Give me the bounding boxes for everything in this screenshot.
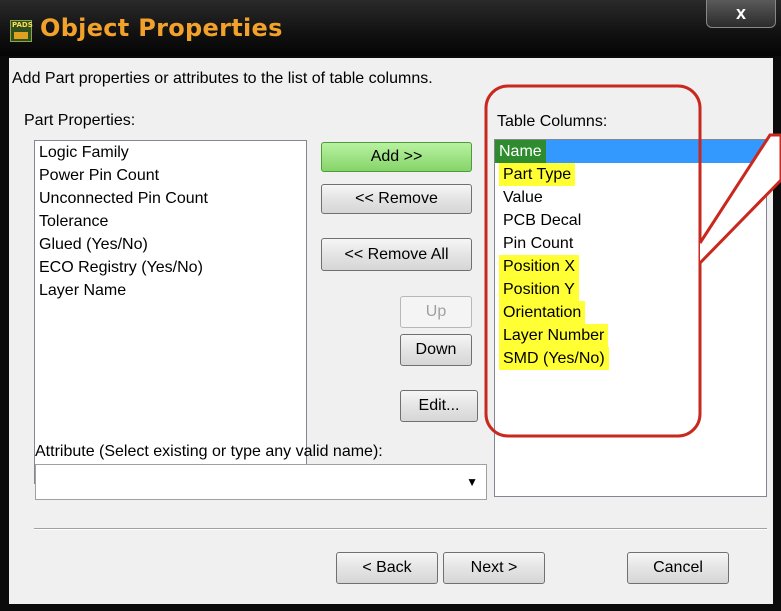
attribute-combobox[interactable]: ▼ — [35, 464, 487, 500]
table-columns-list[interactable]: Name Part Type Value PCB Decal Pin Count Posi… — [494, 139, 767, 497]
close-button[interactable]: x — [706, 0, 776, 28]
app-icon: PADS — [10, 20, 33, 42]
part-property-item[interactable]: Unconnected Pin Count — [35, 187, 306, 210]
part-property-item[interactable]: Tolerance — [35, 210, 306, 233]
dropdown-arrow-icon[interactable]: ▼ — [466, 475, 478, 489]
close-icon: x — [735, 3, 746, 23]
table-column-label: Position Y — [499, 278, 579, 301]
table-column-label: Name — [495, 140, 546, 163]
table-column-label: Value — [503, 189, 543, 206]
remove-all-button[interactable]: << Remove All — [321, 238, 472, 271]
part-property-item[interactable]: Logic Family — [35, 141, 306, 164]
table-column-item[interactable]: Orientation — [495, 301, 766, 324]
table-column-label: Layer Number — [499, 324, 609, 347]
down-button[interactable]: Down — [400, 334, 472, 366]
cancel-button[interactable]: Cancel — [627, 552, 729, 584]
add-button[interactable]: Add >> — [321, 142, 472, 172]
table-column-item[interactable]: Pin Count — [495, 232, 766, 255]
part-properties-label: Part Properties: — [24, 112, 136, 129]
part-properties-list[interactable]: Logic Family Power Pin Count Unconnected P… — [34, 140, 307, 484]
table-column-item[interactable]: Position Y — [495, 278, 766, 301]
part-property-item[interactable]: Glued (Yes/No) — [35, 233, 306, 256]
part-property-item[interactable]: Layer Name — [35, 279, 306, 302]
object-properties-window: PADS Object Properties x Add Part proper… — [0, 0, 781, 611]
table-column-item[interactable]: Position X — [495, 255, 766, 278]
table-column-label: Part Type — [499, 163, 576, 186]
part-property-item[interactable]: ECO Registry (Yes/No) — [35, 256, 306, 279]
table-column-item[interactable]: Layer Number — [495, 324, 766, 347]
table-column-item[interactable]: Name — [495, 140, 766, 163]
attribute-label: Attribute (Select existing or type any v… — [35, 443, 383, 460]
part-property-item[interactable]: Power Pin Count — [35, 164, 306, 187]
instructions-text: Add Part properties or attributes to the… — [12, 70, 433, 87]
window-title: Object Properties — [40, 14, 283, 42]
table-column-item[interactable]: PCB Decal — [495, 209, 766, 232]
up-button[interactable]: Up — [400, 296, 472, 328]
edit-button[interactable]: Edit... — [400, 390, 478, 422]
remove-button[interactable]: << Remove — [321, 184, 472, 214]
table-column-label: PCB Decal — [503, 212, 582, 229]
footer-divider — [34, 528, 767, 530]
table-column-label: Pin Count — [503, 235, 574, 252]
table-column-label: Position X — [499, 255, 580, 278]
table-columns-label: Table Columns: — [497, 113, 608, 130]
next-button[interactable]: Next > — [443, 552, 545, 584]
title-bar: PADS Object Properties x — [0, 0, 781, 56]
app-icon-text: PADS — [12, 21, 33, 29]
back-button[interactable]: < Back — [336, 552, 438, 584]
table-column-item[interactable]: Value — [495, 186, 766, 209]
table-column-label: SMD (Yes/No) — [499, 347, 609, 370]
table-column-item[interactable]: SMD (Yes/No) — [495, 347, 766, 370]
dialog-client-area: Add Part properties or attributes to the… — [9, 58, 773, 604]
table-column-label: Orientation — [499, 301, 586, 324]
table-column-item[interactable]: Part Type — [495, 163, 766, 186]
